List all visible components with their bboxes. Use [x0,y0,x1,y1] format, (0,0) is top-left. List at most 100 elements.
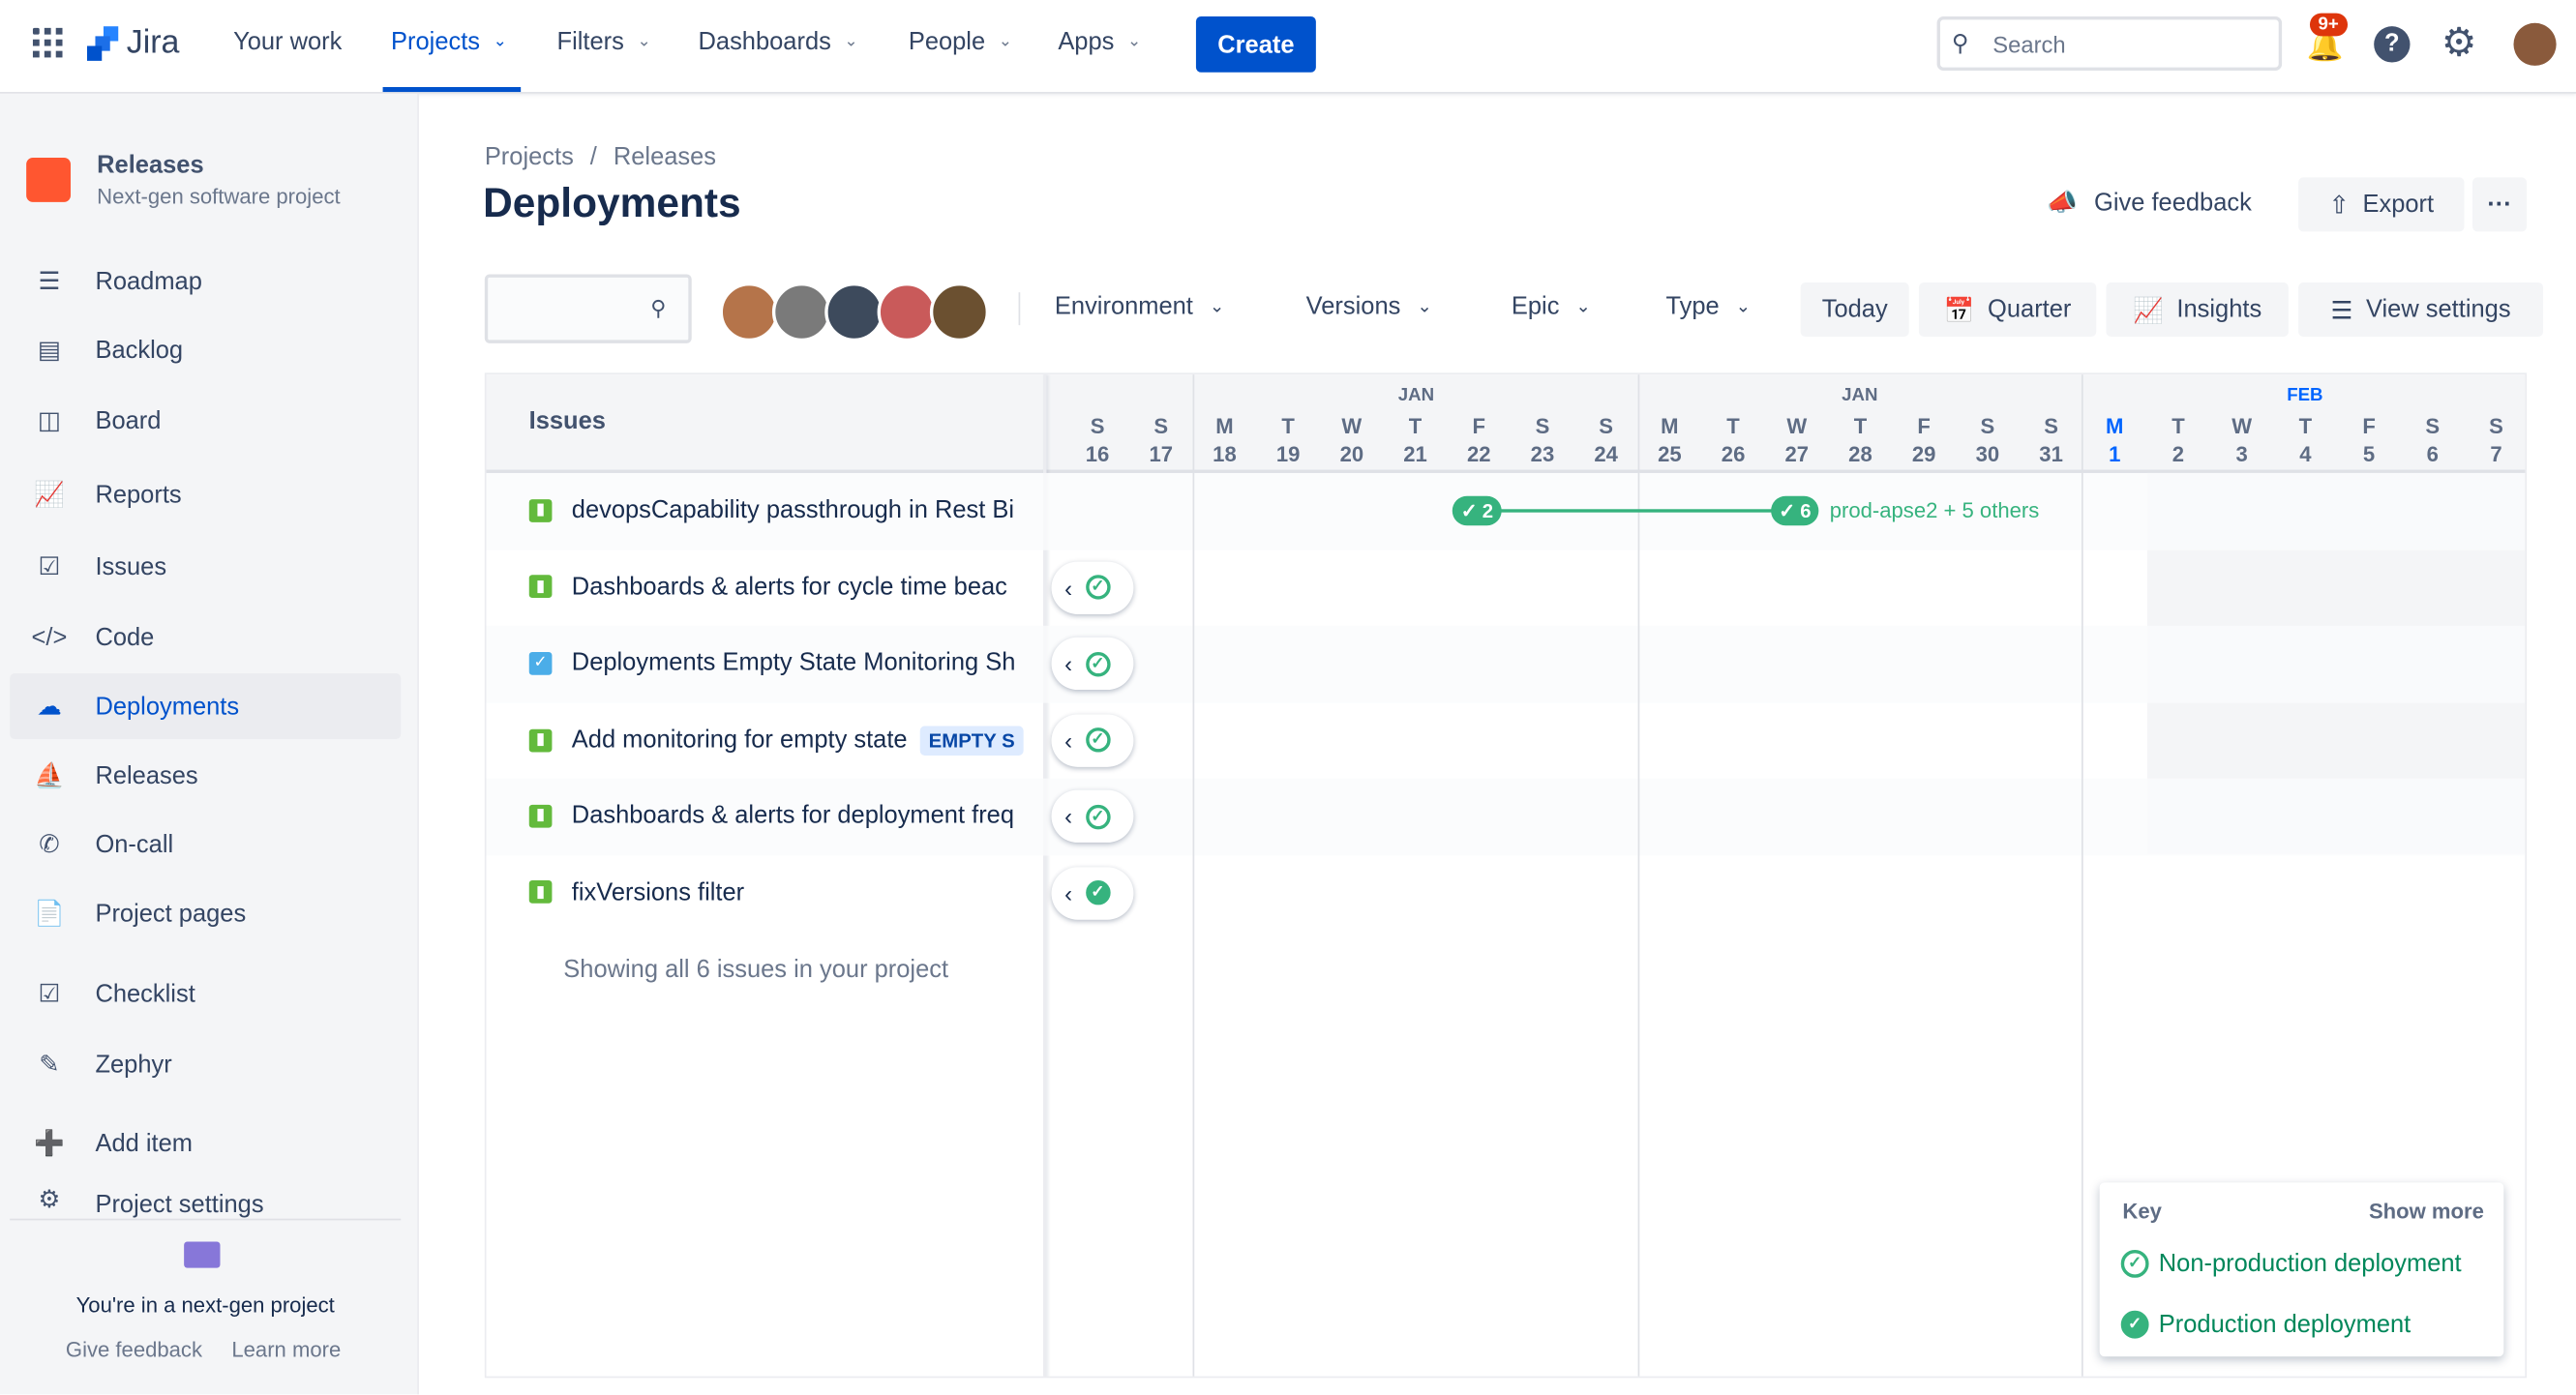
key-label: Non-production deployment [2158,1249,2462,1278]
sidebar-item-zephyr[interactable]: ✎ Zephyr [10,1031,401,1097]
learn-more-link[interactable]: Learn more [231,1337,341,1361]
sidebar-item-reports[interactable]: 📈 Reports [10,461,401,527]
roadmap-icon: ☰ [38,267,61,296]
search-input[interactable]: Search [1936,15,2283,72]
more-actions-button[interactable]: ··· [2472,177,2528,232]
scroll-to-deployment-button[interactable]: ‹ ✓ [1051,713,1134,766]
week-separator [1637,374,1640,1377]
table-row[interactable]: ▮ fixVersions filter ‹ ✓ [487,855,2526,932]
table-row[interactable]: ▮ Dashboards & alerts for deployment freq… [486,778,2526,855]
day-letter: T [1853,413,1868,439]
issue-title[interactable]: ✓ Deployments Empty State Monitoring Sh [528,649,1029,676]
day-number: 28 [1848,441,1872,467]
project-name: Releases [97,151,204,180]
code-icon: </> [31,623,68,652]
nav-apps[interactable]: Apps ⌄ [1058,28,1141,56]
issue-title[interactable]: ▮ Add monitoring for empty state EMPTY S [528,725,1029,756]
chevron-left-icon: ‹ [1064,574,1073,601]
on-call-icon: ✆ [39,831,60,859]
nav-dashboards[interactable]: Dashboards ⌄ [699,28,858,56]
nav-label: Your work [233,27,343,56]
issue-title[interactable]: ▮ Dashboards & alerts for deployment freq [528,801,1029,829]
next-gen-note: You're in a next-gen project [75,1292,335,1318]
avatar[interactable] [877,282,937,342]
avatar[interactable] [719,282,779,342]
chevron-left-icon: ‹ [1064,879,1073,906]
breadcrumb-releases[interactable]: Releases [614,143,716,171]
add-item-icon: ➕ [34,1130,65,1158]
issue-title[interactable]: ▮ Dashboards & alerts for cycle time beac [528,573,1029,601]
insights-button[interactable]: 📈 Insights [2106,282,2289,338]
show-more-button[interactable]: Show more [2369,1199,2484,1223]
sidebar-item-deployments[interactable]: ☁ Deployments [10,673,402,739]
day-number: 7 [2490,441,2502,467]
quarter-button[interactable]: 📅 Quarter [1918,282,2097,338]
issue-title[interactable]: ▮ fixVersions filter [528,877,1029,905]
deployment-group-marker[interactable]: ✓ 2 [1453,495,1502,526]
sidebar-item-label: Project pages [95,899,247,928]
sidebar-item-board[interactable]: ◫ Board [10,388,401,454]
filter-label: Environment [1054,292,1193,321]
sidebar-item-roadmap[interactable]: ☰ Roadmap [10,248,401,313]
help-icon[interactable]: ? [2374,26,2411,63]
chevron-left-icon: ‹ [1064,727,1073,754]
epic-label[interactable]: EMPTY S [920,725,1024,756]
day-number: 3 [2235,441,2248,467]
scroll-to-deployment-button[interactable]: ‹ ✓ [1051,789,1134,843]
breadcrumb-projects[interactable]: Projects [485,143,574,171]
sidebar-item-label: Releases [95,760,198,789]
scroll-to-deployment-button[interactable]: ‹ ✓ [1051,637,1134,691]
avatar[interactable] [929,282,990,342]
environment-filter[interactable]: Environment ⌄ [1055,292,1225,320]
scroll-to-deployment-button[interactable]: ‹ ✓ [1051,866,1134,919]
give-feedback-button[interactable]: 📣 Give feedback [2047,188,2251,217]
sidebar-item-label: Checklist [95,979,195,1008]
day-number: 26 [1721,441,1746,467]
chevron-left-icon: ‹ [1064,803,1073,830]
table-row[interactable]: ✓ Deployments Empty State Monitoring Sh ‹ ✓ [486,625,2526,702]
sidebar-item-on-call[interactable]: ✆ On-call [10,812,401,877]
today-button[interactable]: Today [1800,282,1909,338]
settings-icon[interactable]: ⚙ [2441,19,2477,67]
sidebar-item-code[interactable]: </> Code [10,605,401,670]
avatar[interactable] [771,282,832,342]
story-icon: ▮ [528,727,553,752]
nav-label: Dashboards [698,27,831,56]
sidebar-item-backlog[interactable]: ▤ Backlog [10,317,401,383]
nav-projects[interactable]: Projects ⌄ [391,28,507,56]
day-number: 29 [1911,441,1936,467]
sidebar-item-issues[interactable]: ☑ Issues [10,534,401,600]
table-row[interactable]: ▮ Add monitoring for empty state EMPTY S ‹ ✓ [487,702,2526,779]
issue-title[interactable]: ▮ devopsCapability passthrough in Rest Bi [528,496,1029,524]
versions-filter[interactable]: Versions ⌄ [1306,292,1432,320]
sidebar-item-add-item[interactable]: ➕ Add item [10,1111,401,1176]
sidebar-item-project-settings[interactable]: ⚙ Project settings [10,1182,401,1219]
story-icon: ▮ [528,879,553,904]
sidebar-give-feedback-link[interactable]: Give feedback [66,1337,202,1361]
table-row[interactable]: ▮ Dashboards & alerts for cycle time beac… [487,549,2526,626]
nav-filters[interactable]: Filters ⌄ [557,28,651,56]
export-button[interactable]: ⇧ Export [2298,177,2465,232]
sidebar-item-releases[interactable]: ⛵ Releases [10,742,401,808]
type-filter[interactable]: Type ⌄ [1665,292,1751,320]
month-label: JAN [1842,385,1878,406]
epic-filter[interactable]: Epic ⌄ [1512,292,1591,320]
day-number: 16 [1085,441,1110,467]
scroll-to-deployment-button[interactable]: ‹ ✓ [1051,560,1134,614]
non-production-deployment-icon: ✓ [1085,651,1111,676]
user-avatar[interactable] [2513,22,2557,66]
app-switcher-icon[interactable] [32,27,63,58]
story-icon: ▮ [528,575,553,598]
sidebar-item-label: Code [95,623,155,652]
create-button[interactable]: Create [1195,15,1316,73]
view-settings-button[interactable]: ☰ View settings [2298,282,2544,338]
sidebar-item-checklist[interactable]: ☑ Checklist [10,961,401,1026]
day-number: 21 [1403,441,1427,467]
check-icon: ✓ [1460,499,1478,522]
nav-your-work[interactable]: Your work [233,28,342,56]
sidebar-item-project-pages[interactable]: 📄 Project pages [10,880,401,946]
nav-people[interactable]: People ⌄ [909,28,1012,56]
deployment-group-marker[interactable]: ✓ 6 [1770,495,1820,526]
avatar[interactable] [824,282,884,342]
jira-logo[interactable]: Jira [86,24,179,62]
